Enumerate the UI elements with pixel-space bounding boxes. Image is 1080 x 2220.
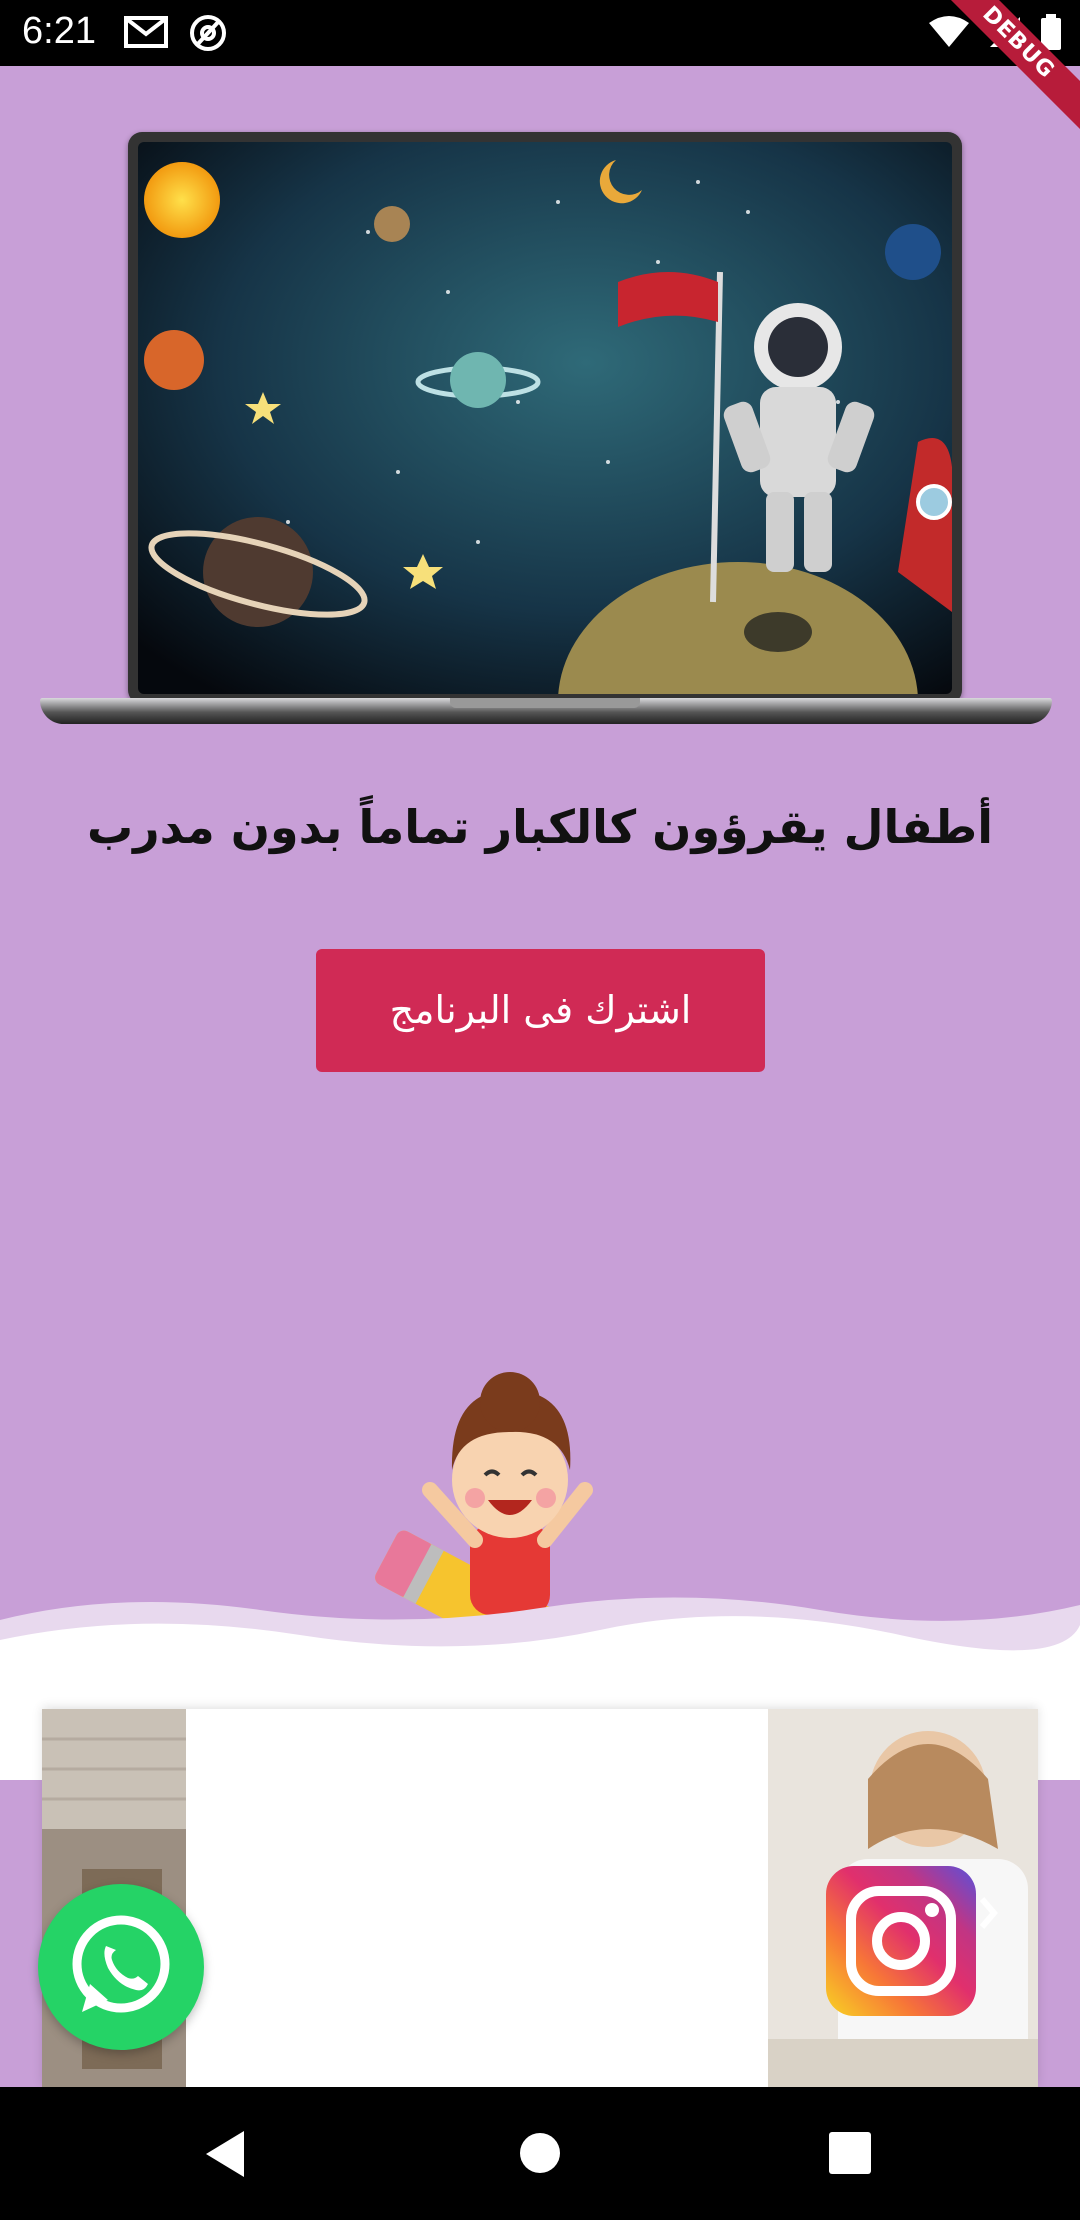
hero-laptop-image (40, 130, 1052, 842)
whatsapp-button[interactable] (38, 1884, 204, 2050)
instagram-button[interactable] (826, 1866, 976, 2016)
status-time: 6:21 (22, 10, 96, 52)
back-icon[interactable] (200, 2127, 250, 2181)
subscribe-button[interactable]: اشترك فى البرنامج (316, 949, 765, 1072)
headline: أطفال يقرؤون كالكبار تماماً بدون مدرب (86, 800, 994, 854)
system-nav-bar (0, 2087, 1080, 2220)
space-scene-illustration (138, 142, 953, 842)
at-sign-icon (190, 15, 226, 51)
whatsapp-icon (72, 1915, 170, 2013)
gmail-icon (124, 16, 168, 48)
home-icon[interactable] (518, 2131, 562, 2175)
recents-icon[interactable] (829, 2132, 871, 2174)
status-bar: 6:21 (0, 0, 1080, 66)
wifi-icon (929, 16, 969, 47)
instagram-icon (846, 1886, 956, 1996)
